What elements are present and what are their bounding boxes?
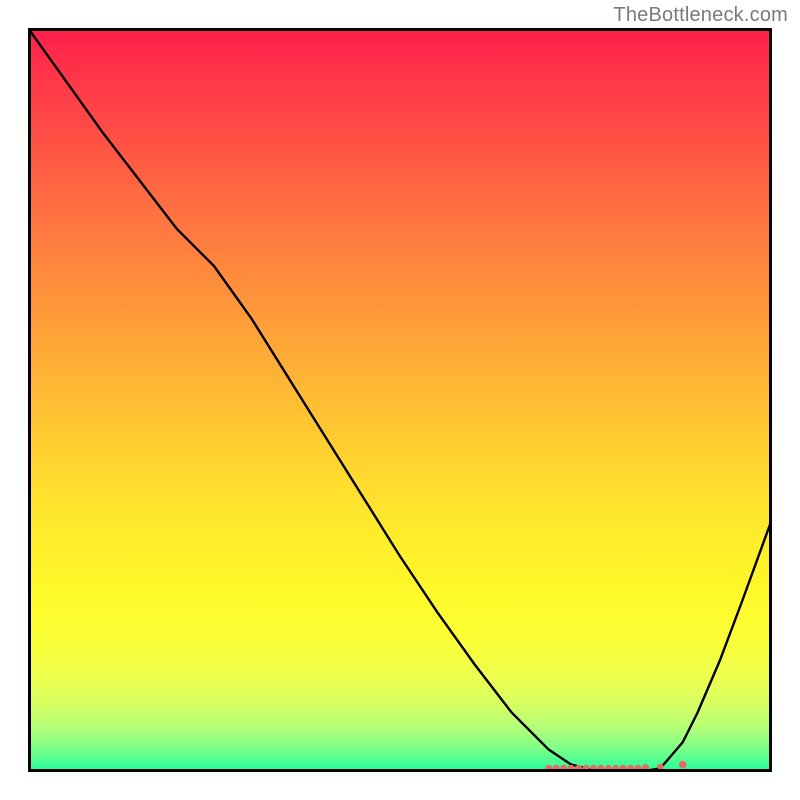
data-point xyxy=(590,765,597,772)
data-point xyxy=(597,765,604,772)
data-point xyxy=(620,765,627,772)
plot-area xyxy=(28,28,772,772)
data-point xyxy=(568,765,575,772)
data-point xyxy=(575,765,582,772)
data-point xyxy=(657,764,663,770)
data-point xyxy=(560,765,567,772)
data-point xyxy=(679,761,687,769)
data-point xyxy=(635,765,642,772)
data-point xyxy=(605,765,612,772)
data-point xyxy=(553,765,560,772)
data-point xyxy=(612,765,619,772)
data-point xyxy=(545,765,552,772)
data-point xyxy=(627,765,634,772)
data-point xyxy=(583,765,590,772)
curve-line xyxy=(28,28,772,772)
attribution-text: TheBottleneck.com xyxy=(613,4,788,27)
chart-overlay xyxy=(28,28,772,772)
data-point xyxy=(642,764,649,771)
